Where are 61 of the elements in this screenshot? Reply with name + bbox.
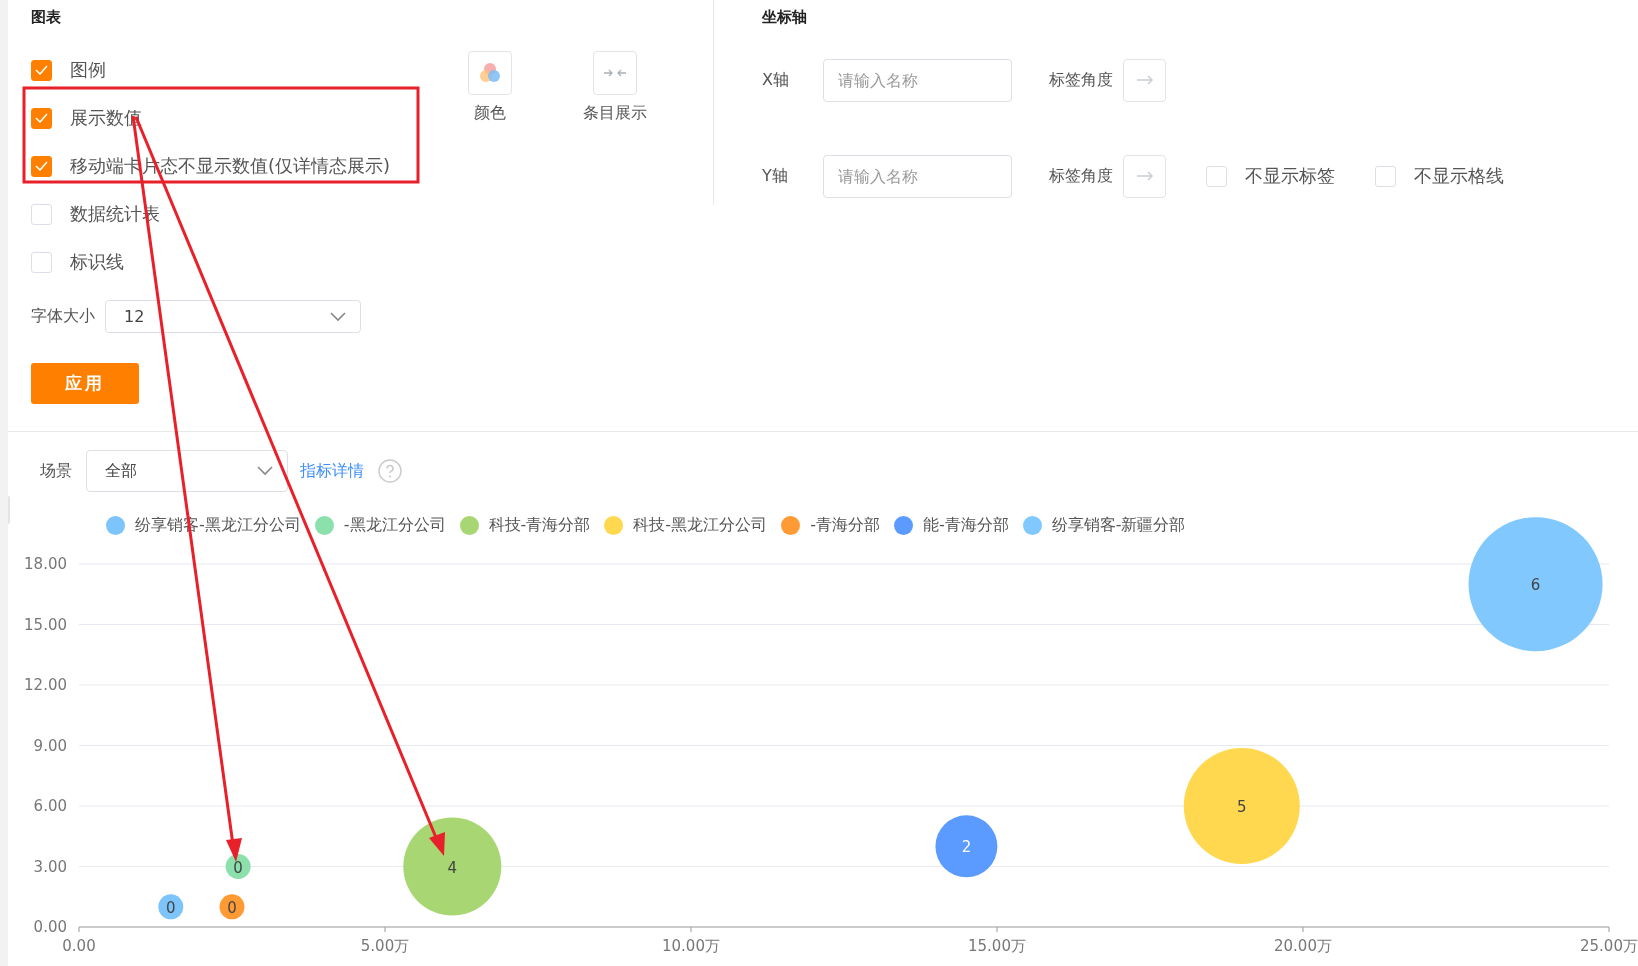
x-axis-label: 10.00万 [662,937,720,955]
legend-label[interactable]: -黑龙江分公司 [343,515,446,536]
x-axis-label: 25.00万 [1580,937,1638,955]
axis-label: X轴 [762,69,790,91]
legend-label[interactable]: 科技-青海分部 [488,515,591,536]
font-size-select[interactable]: 12 [105,300,361,333]
check-icon [35,161,48,171]
y-axis-label: 12.00 [24,676,67,694]
y-axis-label: 9.00 [33,736,67,755]
legend-label[interactable]: -青海分部 [810,515,880,536]
bubble-value: 4 [447,858,458,877]
check-icon [35,113,48,123]
arrows-inward-icon [603,67,627,79]
angle-button[interactable] [1123,154,1166,198]
chevron-down-icon [257,466,273,476]
angle-label: 标签角度 [1049,165,1113,187]
angle-button[interactable] [1123,58,1166,102]
option-label: 标识线 [70,250,124,274]
axis-name-input[interactable]: 请输入名称 [823,58,1012,102]
section-title: 图表 [31,8,62,28]
y-axis-label: 6.00 [33,797,67,815]
check-icon [35,65,48,75]
section-title: 坐标轴 [762,8,808,28]
option-label: 不显示标签 [1245,164,1335,188]
scene-label: 场景 [40,460,72,482]
help-icon[interactable] [378,459,402,483]
tool-label: 颜色 [474,103,506,124]
scene-select[interactable]: 全部 [86,450,288,492]
bubble-value: 0 [166,898,176,917]
legend-label[interactable]: 能-青海分部 [922,515,1009,536]
bubble-value: 0 [233,858,243,877]
y-axis-label: 0.00 [33,918,67,936]
angle-label: 标签角度 [1049,69,1113,91]
color-circles-icon [478,61,502,85]
y-axis-label: 18.00 [24,555,67,573]
y-axis-label: 3.00 [33,857,67,876]
x-axis-label: 0.00 [62,937,96,955]
chevron-down-icon [330,311,346,322]
checkbox[interactable] [31,59,52,81]
checkbox[interactable] [31,107,52,129]
axis-label: Y轴 [762,165,789,187]
legend-label[interactable]: 科技-黑龙江分公司 [633,515,768,536]
bubble-value: 0 [227,898,237,917]
axis-name-input[interactable]: 请输入名称 [823,154,1012,198]
bubble-value: 5 [1237,798,1247,816]
x-axis-label: 20.00万 [1274,937,1332,955]
tool-button[interactable] [468,51,512,95]
arrow-right-icon [1135,75,1154,85]
checkbox[interactable] [31,155,52,177]
arrow-right-icon [1135,171,1154,181]
legend-label[interactable]: 纷享销客-新疆分部 [1051,515,1186,536]
bubble-value: 2 [961,838,972,857]
x-axis-label: 5.00万 [360,937,410,955]
y-axis-label: 15.00 [24,615,67,634]
x-axis-label: 15.00万 [968,937,1026,955]
tool-label: 条目展示 [583,103,647,124]
bubble-value: 6 [1530,576,1541,595]
font-size-label: 字体大小 [31,306,95,327]
option-label: 图例 [70,58,106,82]
option-label: 不显示格线 [1414,164,1504,188]
tool-button[interactable] [593,51,637,95]
